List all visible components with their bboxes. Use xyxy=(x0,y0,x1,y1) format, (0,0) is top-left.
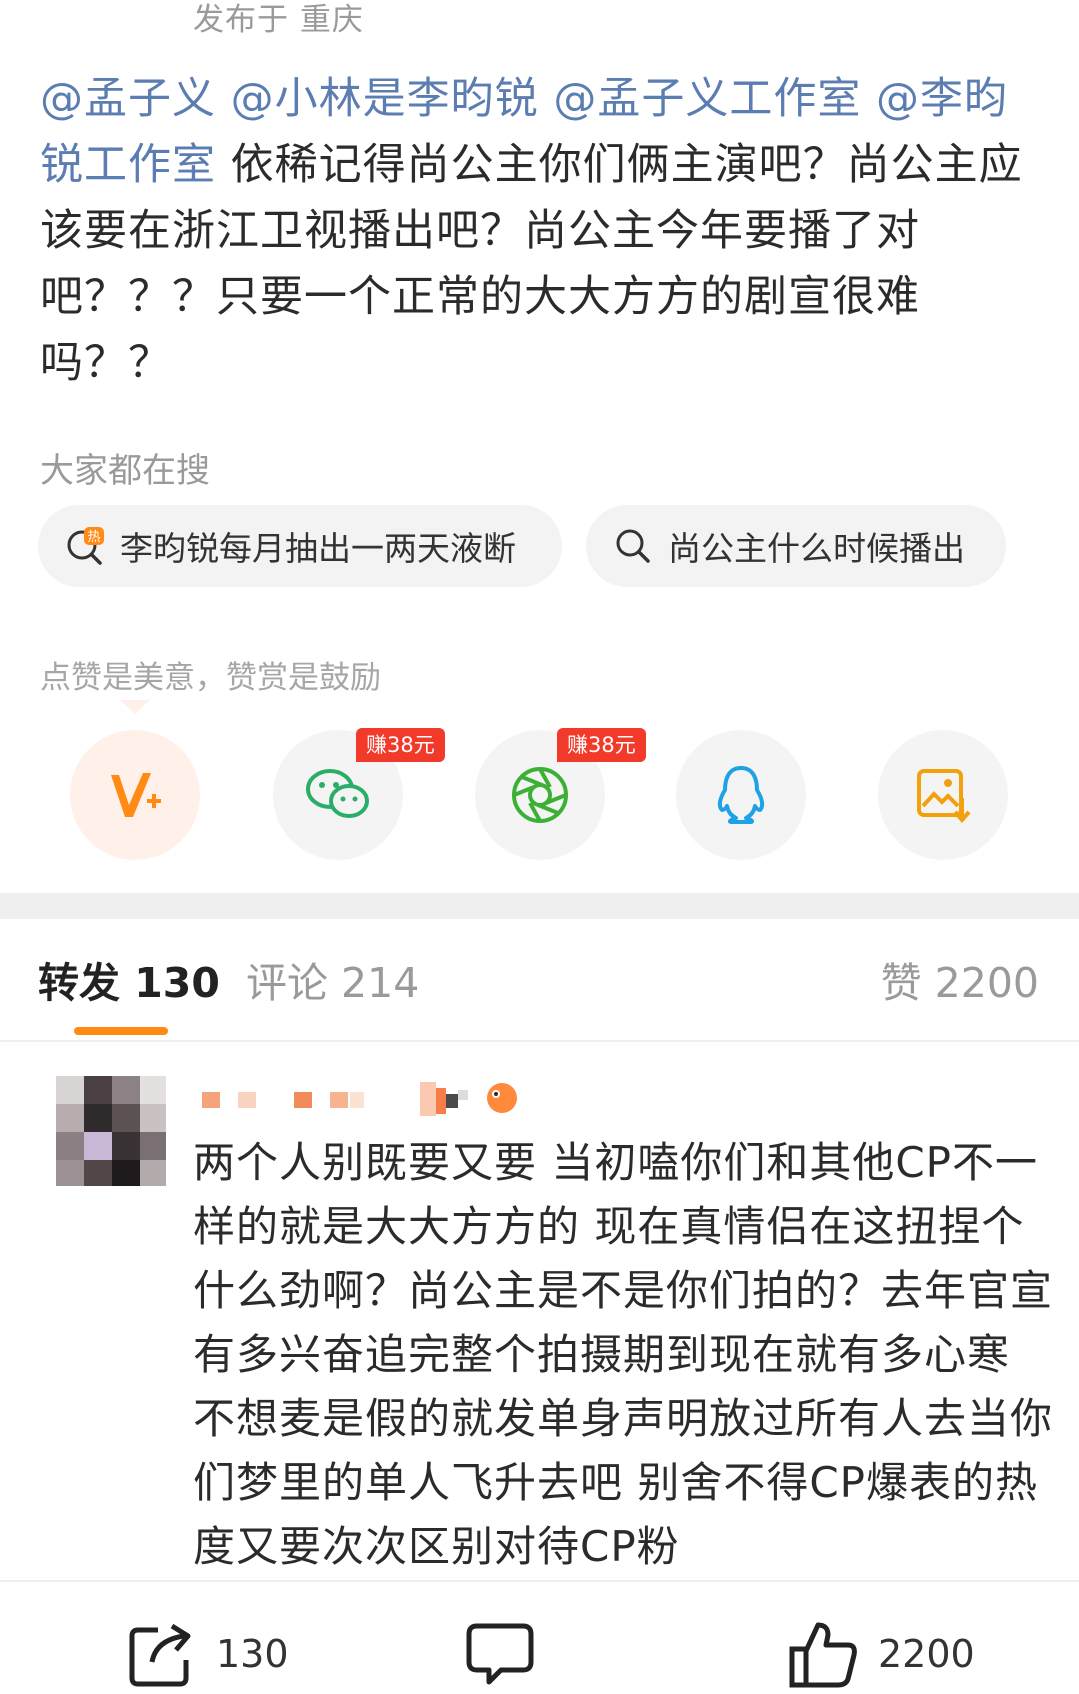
avatar[interactable] xyxy=(56,1076,166,1186)
tabs-divider xyxy=(0,1040,1079,1042)
earn-badge: 赚38元 xyxy=(557,728,646,762)
tab-label: 评论 xyxy=(246,959,328,1007)
tab-label: 赞 xyxy=(880,959,922,1007)
repost-count: 130 xyxy=(216,1632,289,1676)
tab-repost[interactable]: 转发 130 xyxy=(38,957,220,1009)
mention-link[interactable]: @孟子义工作室 xyxy=(553,74,861,124)
tab-like[interactable]: 赞 2200 xyxy=(881,957,1039,1009)
search-chip-label: 尚公主什么时候播出 xyxy=(668,529,965,568)
active-tab-indicator xyxy=(74,1027,168,1035)
like-button[interactable]: 2200 xyxy=(788,1614,975,1694)
qq-share-button[interactable] xyxy=(676,730,806,860)
hot-search-icon: 热 xyxy=(62,523,108,569)
mention-link[interactable]: @小林是李昀锐 xyxy=(231,74,539,124)
search-chip-label: 李昀锐每月抽出一两天液断 xyxy=(120,529,516,568)
earn-badge: 赚38元 xyxy=(356,728,445,762)
search-chip[interactable]: 尚公主什么时候播出 xyxy=(586,505,1006,587)
comment-icon xyxy=(466,1623,534,1685)
mention-link[interactable]: @孟子义 xyxy=(40,74,216,124)
moments-icon xyxy=(512,767,568,823)
trending-search-label: 大家都在搜 xyxy=(40,451,210,491)
username-obscured[interactable] xyxy=(198,1078,538,1118)
vip-reward-button[interactable] xyxy=(70,730,200,860)
comment-text: 两个人别既要又要 当初嗑你们和其他CP不一样的就是大大方方的 现在真情侣在这扭捏… xyxy=(193,1138,1054,1571)
comment-button[interactable] xyxy=(465,1614,555,1694)
repost-icon xyxy=(129,1623,191,1687)
v-plus-icon xyxy=(111,773,161,817)
save-image-button[interactable] xyxy=(878,730,1008,860)
post-location: 发布于 重庆 xyxy=(193,2,364,38)
search-icon xyxy=(610,523,656,569)
post-body: @孟子义 @小林是李昀锐 @孟子义工作室 @李昀锐工作室 依稀记得尚公主你们俩主… xyxy=(40,66,1050,396)
section-divider xyxy=(0,893,1079,919)
like-count: 2200 xyxy=(878,1632,975,1676)
tab-count: 214 xyxy=(341,959,420,1007)
reward-hint: 点赞是美意，赞赏是鼓励 xyxy=(40,660,381,696)
pointer-caret-icon xyxy=(120,700,150,714)
tab-count: 130 xyxy=(134,959,220,1007)
search-chip[interactable]: 热 李昀锐每月抽出一两天液断 xyxy=(38,505,562,587)
tab-comment[interactable]: 评论 214 xyxy=(246,957,419,1009)
save-image-icon xyxy=(917,769,971,824)
thumbs-up-icon xyxy=(789,1622,857,1688)
tab-count: 2200 xyxy=(934,959,1039,1007)
qq-icon xyxy=(717,766,765,824)
svg-text:热: 热 xyxy=(87,530,100,545)
wechat-icon xyxy=(306,769,369,818)
bottom-bar-divider xyxy=(0,1580,1079,1582)
repost-button[interactable]: 130 xyxy=(128,1614,289,1694)
tab-label: 转发 xyxy=(38,959,120,1007)
